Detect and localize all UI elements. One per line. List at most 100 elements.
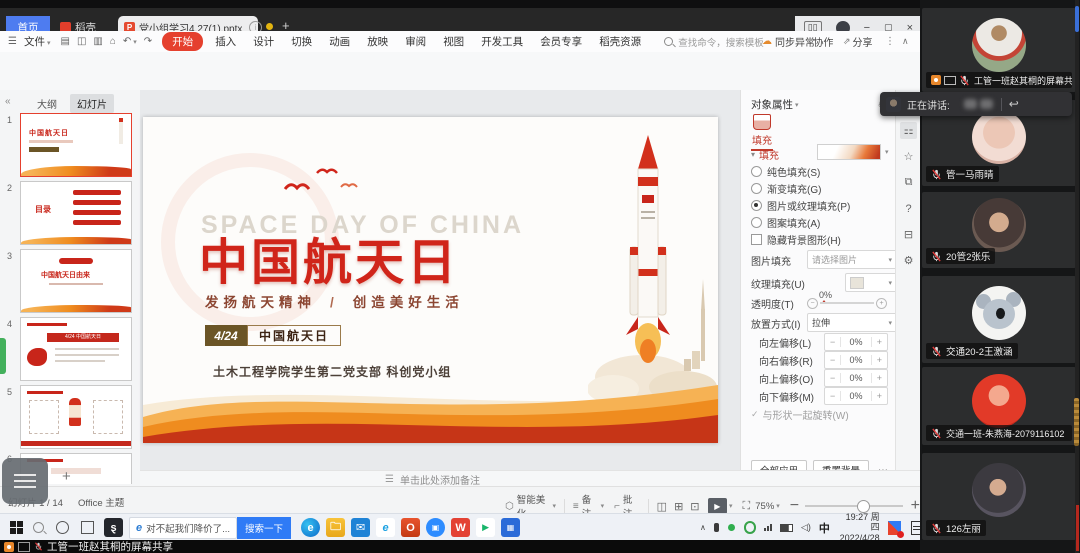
theme-name[interactable]: Office 主题 bbox=[78, 495, 124, 509]
slide[interactable]: SPACE DAY OF CHINA 中国航天日 发扬航天精神/创造美好生活 4… bbox=[143, 117, 718, 443]
view-sorter-icon[interactable]: ⊞ bbox=[674, 500, 683, 513]
tray-notify-app-icon[interactable] bbox=[888, 521, 902, 535]
undo-icon[interactable]: ↶▾ bbox=[123, 36, 137, 47]
picture-fill-select[interactable]: 请选择图片▾ bbox=[807, 250, 897, 269]
slide-subtitle[interactable]: 发扬航天精神/创造美好生活 bbox=[205, 291, 464, 311]
effects-star-icon[interactable]: ☆ bbox=[900, 148, 917, 165]
more-icon[interactable]: ⋮ bbox=[885, 36, 895, 47]
fill-tab[interactable]: 填充 bbox=[751, 114, 773, 151]
office-icon[interactable]: O bbox=[401, 518, 420, 537]
slide-thumb-5[interactable] bbox=[20, 385, 132, 449]
participant-tile-1[interactable]: 工管一班赵其桐的屏幕共享 bbox=[922, 8, 1076, 92]
menu-tab-slideshow[interactable]: 放映 bbox=[367, 34, 388, 49]
tray-green-dot-icon[interactable] bbox=[728, 524, 735, 531]
participant-tile-6[interactable]: 126左丽 bbox=[922, 453, 1076, 540]
slide-canvas[interactable]: SPACE DAY OF CHINA 中国航天日 发扬航天精神/创造美好生活 4… bbox=[140, 90, 740, 470]
notes-bar[interactable]: ☰ 单击此处添加备注 bbox=[140, 470, 920, 487]
fit-slide-icon[interactable]: ⛶ bbox=[743, 500, 751, 513]
participant-tile-4[interactable]: 交通20-2王激涵 bbox=[922, 276, 1076, 363]
export-panel-icon[interactable]: ⊟ bbox=[900, 226, 917, 243]
slide-thumb-2[interactable]: 目录 bbox=[20, 181, 132, 245]
collapse-ribbon-icon[interactable]: ∧ bbox=[902, 36, 909, 47]
cortana-icon[interactable] bbox=[56, 521, 69, 534]
tray-clock[interactable]: 19:27 周四 2022/4/28 bbox=[838, 512, 880, 543]
meeting-side-grip[interactable] bbox=[0, 338, 6, 374]
menu-file[interactable]: 文件▾ bbox=[24, 34, 51, 49]
rotate-with-shape[interactable]: ✓与形状一起旋转(W) bbox=[751, 407, 888, 422]
app-icon-dark[interactable]: ȿ bbox=[104, 518, 123, 537]
app-icon-blue-grid[interactable]: ▦ bbox=[501, 518, 520, 537]
slide-thumb-1[interactable]: 中国航天日 bbox=[20, 113, 132, 177]
file-explorer-icon[interactable]: 🗀 bbox=[326, 518, 345, 537]
help-icon[interactable]: ? bbox=[900, 200, 917, 217]
view-reading-icon[interactable]: ⊡ bbox=[690, 500, 699, 513]
menu-tab-start[interactable]: 开始 bbox=[162, 32, 203, 51]
transparency-slider[interactable]: − + bbox=[807, 298, 887, 308]
preview-icon[interactable]: ⌂ bbox=[110, 36, 116, 47]
menu-tab-design[interactable]: 设计 bbox=[253, 34, 274, 49]
wps-icon[interactable]: W bbox=[451, 518, 470, 537]
offset-up-stepper[interactable]: −0%+ bbox=[824, 369, 888, 387]
option-solid-fill[interactable]: 纯色填充(S) bbox=[751, 164, 888, 179]
menu-tab-devtools[interactable]: 开发工具 bbox=[481, 34, 523, 49]
tab-outline[interactable]: 大纲 bbox=[30, 94, 64, 113]
layers-icon[interactable]: ⧉ bbox=[900, 174, 917, 191]
collaborate-button[interactable]: ◔协作 bbox=[806, 34, 833, 49]
offset-left-stepper[interactable]: −0%+ bbox=[824, 333, 888, 351]
slideshow-caret-icon[interactable]: ▾ bbox=[729, 502, 733, 510]
add-slide-button[interactable]: + bbox=[62, 468, 71, 485]
meeting-app-icon[interactable]: ▣ bbox=[426, 518, 445, 537]
share-button[interactable]: ⇗分享 bbox=[843, 34, 873, 49]
menu-tab-review[interactable]: 审阅 bbox=[405, 34, 426, 49]
placement-select[interactable]: 拉伸▾ bbox=[807, 313, 897, 332]
mail-icon[interactable]: ✉ bbox=[351, 518, 370, 537]
menu-tab-docer-res[interactable]: 稻壳资源 bbox=[599, 34, 641, 49]
collapse-panel-icon[interactable]: « bbox=[5, 96, 11, 107]
menu-tab-insert[interactable]: 插入 bbox=[215, 34, 236, 49]
slide-date-badge[interactable]: 4/24 bbox=[205, 325, 247, 346]
view-normal-icon[interactable]: ◫ bbox=[657, 500, 667, 513]
option-pattern-fill[interactable]: 图案填充(A) bbox=[751, 215, 888, 230]
tray-network-icon[interactable] bbox=[764, 524, 772, 531]
tab-slides[interactable]: 幻灯片 bbox=[70, 94, 114, 113]
sidebar-scrollbar[interactable] bbox=[1075, 0, 1079, 553]
task-view-icon[interactable] bbox=[81, 521, 94, 534]
settings-gear-icon[interactable]: ⚙ bbox=[900, 252, 917, 269]
participant-tile-5[interactable]: 交通一班-朱燕海-2079116102 bbox=[922, 367, 1076, 445]
slide-thumb-3[interactable]: 中国航天日由来 bbox=[20, 249, 132, 313]
menu-tab-member[interactable]: 会员专享 bbox=[540, 34, 582, 49]
redo-icon[interactable]: ↷ bbox=[144, 36, 152, 47]
slide-thumb-4[interactable]: 4/24 中国航天日 bbox=[20, 317, 132, 381]
tray-mic-icon[interactable] bbox=[714, 523, 719, 532]
tray-battery-icon[interactable] bbox=[780, 524, 793, 532]
option-gradient-fill[interactable]: 渐变填充(G) bbox=[751, 181, 888, 196]
zoom-slider[interactable] bbox=[805, 505, 903, 507]
news-search-widget[interactable]: e 对不起我们降价了... bbox=[129, 517, 237, 539]
menu-tab-animation[interactable]: 动画 bbox=[329, 34, 350, 49]
section-collapse-icon[interactable]: ▾ bbox=[751, 150, 755, 159]
option-hide-bg[interactable]: 隐藏背景图形(H) bbox=[751, 232, 888, 247]
menu-tab-view[interactable]: 视图 bbox=[443, 34, 464, 49]
slide-date-label[interactable]: 中国航天日 bbox=[247, 325, 341, 346]
edge-browser-icon[interactable]: e bbox=[301, 518, 320, 537]
slideshow-button[interactable]: ▶ bbox=[708, 498, 728, 514]
offset-right-stepper[interactable]: −0%+ bbox=[824, 351, 888, 369]
ie-icon[interactable]: e bbox=[376, 518, 395, 537]
export-icon[interactable]: ◫ bbox=[77, 36, 86, 47]
fill-preview-swatch[interactable] bbox=[817, 144, 881, 160]
scrollbar-handle[interactable] bbox=[1075, 6, 1079, 32]
save-icon[interactable]: ▤ bbox=[60, 36, 69, 47]
option-picture-fill[interactable]: 图片或纹理填充(P) bbox=[751, 198, 888, 213]
menu-tab-transition[interactable]: 切换 bbox=[291, 34, 312, 49]
offset-down-stepper[interactable]: −0%+ bbox=[824, 387, 888, 405]
swatch-caret-icon[interactable]: ▾ bbox=[885, 148, 889, 156]
tray-expand-icon[interactable]: ∧ bbox=[700, 523, 706, 532]
slide-title[interactable]: 中国航天日 bbox=[199, 223, 459, 294]
participant-tile-3[interactable]: 20管2张乐 bbox=[922, 192, 1076, 268]
tray-volume-icon[interactable]: ◁) bbox=[801, 522, 811, 533]
command-search[interactable]: 查找命令，搜索模板 bbox=[664, 35, 764, 49]
tencent-video-icon[interactable]: ▶ bbox=[476, 518, 495, 537]
zoom-level[interactable]: 75% bbox=[755, 501, 774, 512]
properties-icon[interactable]: ⚏ bbox=[900, 122, 917, 139]
print-icon[interactable]: ▥ bbox=[93, 36, 102, 47]
